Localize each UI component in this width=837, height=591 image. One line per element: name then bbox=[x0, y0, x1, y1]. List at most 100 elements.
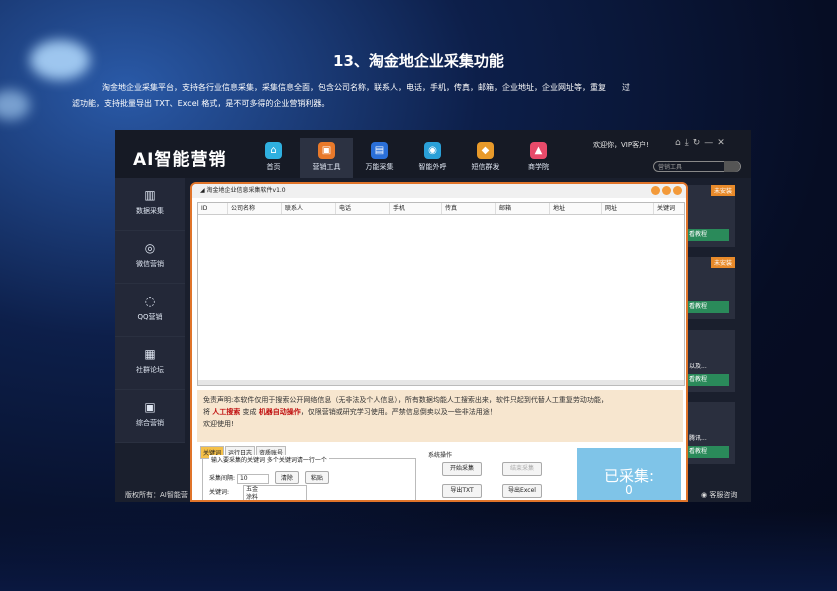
stage-floor bbox=[0, 511, 837, 591]
app-header: AI智能营销 ⌂ 首页 ▣ 营销工具 ▤ 万能采集 ◉ 智能外呼 ◆ 短信群发 bbox=[115, 130, 751, 178]
nav-sms[interactable]: ◆ 短信群发 bbox=[459, 138, 512, 178]
nav-home[interactable]: ⌂ 首页 bbox=[247, 138, 300, 178]
clear-button[interactable]: 清除 bbox=[274, 471, 299, 484]
column-header[interactable]: ID bbox=[198, 203, 228, 214]
notice-text: 免责声明:本软件仅用于搜索公开网络信息（无非法及个人信息），所有数据均能人工搜索… bbox=[203, 396, 608, 404]
stage-light bbox=[0, 90, 30, 120]
collected-count: 0 bbox=[625, 483, 633, 497]
keyword-panel: 输入要采集的关键词 多个关键词请一行一个 采集间隔: 10 清除 粘贴 关键词:… bbox=[202, 455, 416, 501]
results-table[interactable]: ID 公司名称 联系人 电话 手机 传真 邮箱 地址 网址 关键词 bbox=[197, 202, 685, 386]
keyword-line: 涂料 bbox=[246, 494, 259, 501]
clipboard-icon: ▤ bbox=[371, 142, 388, 159]
slide-title: 13、淘金地企业采集功能 bbox=[333, 52, 504, 70]
system-operations: 系统操作 开始采集 结束采集 导出TXT 导出Excel bbox=[424, 450, 574, 500]
keyword-line: 五金 bbox=[246, 486, 259, 493]
notice-highlight: 人工搜索 bbox=[212, 408, 241, 416]
column-header[interactable]: 联系人 bbox=[282, 203, 336, 214]
sidebar-label: 社群论坛 bbox=[136, 366, 164, 374]
tutorial-button[interactable]: 看教程 bbox=[685, 446, 729, 458]
sidebar: ▥ 数据采集 ◎ 微信营销 ◌ QQ营销 ▦ 社群论坛 ▣ 综合营销 bbox=[115, 178, 185, 443]
nav-academy[interactable]: ▲ 商学院 bbox=[512, 138, 565, 178]
stop-collect-button[interactable]: 结束采集 bbox=[502, 462, 542, 476]
nav-label: 首页 bbox=[266, 163, 281, 171]
column-header[interactable]: 公司名称 bbox=[228, 203, 282, 214]
column-header[interactable]: 地址 bbox=[550, 203, 602, 214]
close-button[interactable] bbox=[673, 186, 682, 195]
notice-text: ，仅限营销或研究学习使用。严禁信息倒卖以及一些非法用途！ bbox=[300, 408, 497, 416]
nav-label: 营销工具 bbox=[312, 163, 341, 171]
eye-icon: ◉ bbox=[424, 142, 441, 159]
tool-search-input[interactable]: 营销工具 bbox=[653, 161, 741, 172]
sidebar-item-forum[interactable]: ▦ 社群论坛 bbox=[115, 337, 185, 390]
tutorial-button[interactable]: 看教程 bbox=[685, 229, 729, 241]
monitor-icon: ▣ bbox=[144, 400, 156, 414]
status-badge: 未安装 bbox=[710, 257, 735, 268]
export-excel-button[interactable]: 导出Excel bbox=[502, 484, 542, 498]
nav-universal-collect[interactable]: ▤ 万能采集 bbox=[353, 138, 406, 178]
software-window: ◢ 淘金地企业信息采集软件v1.0 ID 公司名称 联系人 电话 手机 传真 邮… bbox=[190, 182, 688, 502]
sidebar-label: 数据采集 bbox=[136, 207, 164, 215]
notice-text: 将 bbox=[203, 408, 210, 416]
export-txt-button[interactable]: 导出TXT bbox=[442, 484, 482, 498]
notice-highlight: 机器自动操作 bbox=[258, 408, 301, 416]
interval-label: 采集间隔: bbox=[209, 475, 236, 482]
nav-smart-call[interactable]: ◉ 智能外呼 bbox=[406, 138, 459, 178]
sidebar-label: QQ营销 bbox=[137, 313, 163, 321]
window-controls[interactable]: ⌂⤓↻—✕ bbox=[675, 138, 729, 148]
window-buttons bbox=[649, 186, 682, 201]
nav-label: 短信群发 bbox=[471, 163, 500, 171]
start-collect-button[interactable]: 开始采集 bbox=[442, 462, 482, 476]
interval-input[interactable]: 10 bbox=[236, 473, 269, 484]
slide-description: 淘金地企业采集平台，支持各行业信息采集，采集信息全面，包含公司名称，联系人，电话… bbox=[72, 83, 630, 108]
column-header[interactable]: 网址 bbox=[602, 203, 654, 214]
column-header[interactable]: 邮箱 bbox=[496, 203, 550, 214]
tutorial-button[interactable]: 看教程 bbox=[685, 301, 729, 313]
sidebar-item-general[interactable]: ▣ 综合营销 bbox=[115, 390, 185, 443]
sidebar-item-data-collect[interactable]: ▥ 数据采集 bbox=[115, 178, 185, 231]
wechat-icon: ◎ bbox=[144, 241, 156, 255]
service-label: 客服咨询 bbox=[709, 491, 738, 499]
nav-label: 万能采集 bbox=[365, 163, 394, 171]
column-header[interactable]: 关键词 bbox=[654, 203, 684, 214]
interval-row: 采集间隔: 10 清除 粘贴 bbox=[209, 471, 329, 484]
sidebar-label: 综合营销 bbox=[136, 419, 164, 427]
qq-icon: ◌ bbox=[144, 294, 156, 308]
nav-marketing-tools[interactable]: ▣ 营销工具 bbox=[300, 138, 353, 178]
sidebar-item-wechat[interactable]: ◎ 微信营销 bbox=[115, 231, 185, 284]
minimize-button[interactable] bbox=[651, 186, 660, 195]
copyright: 版权所有：AI智能营 bbox=[125, 491, 188, 499]
column-header[interactable]: 电话 bbox=[336, 203, 390, 214]
keyword-textarea[interactable]: 五金 涂料 bbox=[243, 485, 307, 501]
system-label: 系统操作 bbox=[428, 452, 453, 459]
card-text: 以及... bbox=[689, 363, 707, 370]
column-header[interactable]: 手机 bbox=[390, 203, 442, 214]
notice-text: 变成 bbox=[242, 408, 257, 416]
paste-button[interactable]: 粘贴 bbox=[304, 471, 329, 484]
welcome-text: 欢迎你，VIP客户! bbox=[593, 140, 649, 150]
tool-card[interactable]: 以及... 看教程 bbox=[685, 330, 735, 392]
chart-icon: ▥ bbox=[144, 188, 156, 202]
diamond-icon: ◆ bbox=[477, 142, 494, 159]
status-badge: 未安装 bbox=[710, 185, 735, 196]
customer-service-link[interactable]: ◉ 客服咨询 bbox=[701, 490, 737, 500]
tool-card[interactable]: 未安装看教程 bbox=[685, 185, 735, 247]
keyword-label: 关键词: bbox=[209, 489, 230, 496]
sidebar-label: 微信营销 bbox=[136, 260, 164, 268]
welcome-label: 欢迎你，VIP客户! bbox=[593, 141, 649, 149]
tool-card[interactable]: 腾讯... 看教程 bbox=[685, 402, 735, 464]
sidebar-item-qq[interactable]: ◌ QQ营销 bbox=[115, 284, 185, 337]
collected-counter: 已采集: 0 bbox=[577, 448, 681, 500]
maximize-button[interactable] bbox=[662, 186, 671, 195]
home-icon: ⌂ bbox=[265, 142, 282, 159]
tool-card[interactable]: 未安装看教程 bbox=[685, 257, 735, 319]
tutorial-button[interactable]: 看教程 bbox=[685, 374, 729, 386]
search-icon[interactable] bbox=[724, 161, 740, 172]
nav-label: 智能外呼 bbox=[418, 163, 447, 171]
table-header: ID 公司名称 联系人 电话 手机 传真 邮箱 地址 网址 关键词 bbox=[198, 203, 684, 215]
column-header[interactable]: 传真 bbox=[442, 203, 496, 214]
disclaimer-notice: 免责声明:本软件仅用于搜索公开网络信息（无非法及个人信息），所有数据均能人工搜索… bbox=[197, 390, 683, 442]
graduation-icon: ▲ bbox=[530, 142, 547, 159]
app-window: AI智能营销 ⌂ 首页 ▣ 营销工具 ▤ 万能采集 ◉ 智能外呼 ◆ 短信群发 bbox=[115, 130, 751, 502]
software-titlebar: ◢ 淘金地企业信息采集软件v1.0 bbox=[192, 184, 686, 198]
horizontal-scrollbar[interactable] bbox=[198, 380, 684, 385]
